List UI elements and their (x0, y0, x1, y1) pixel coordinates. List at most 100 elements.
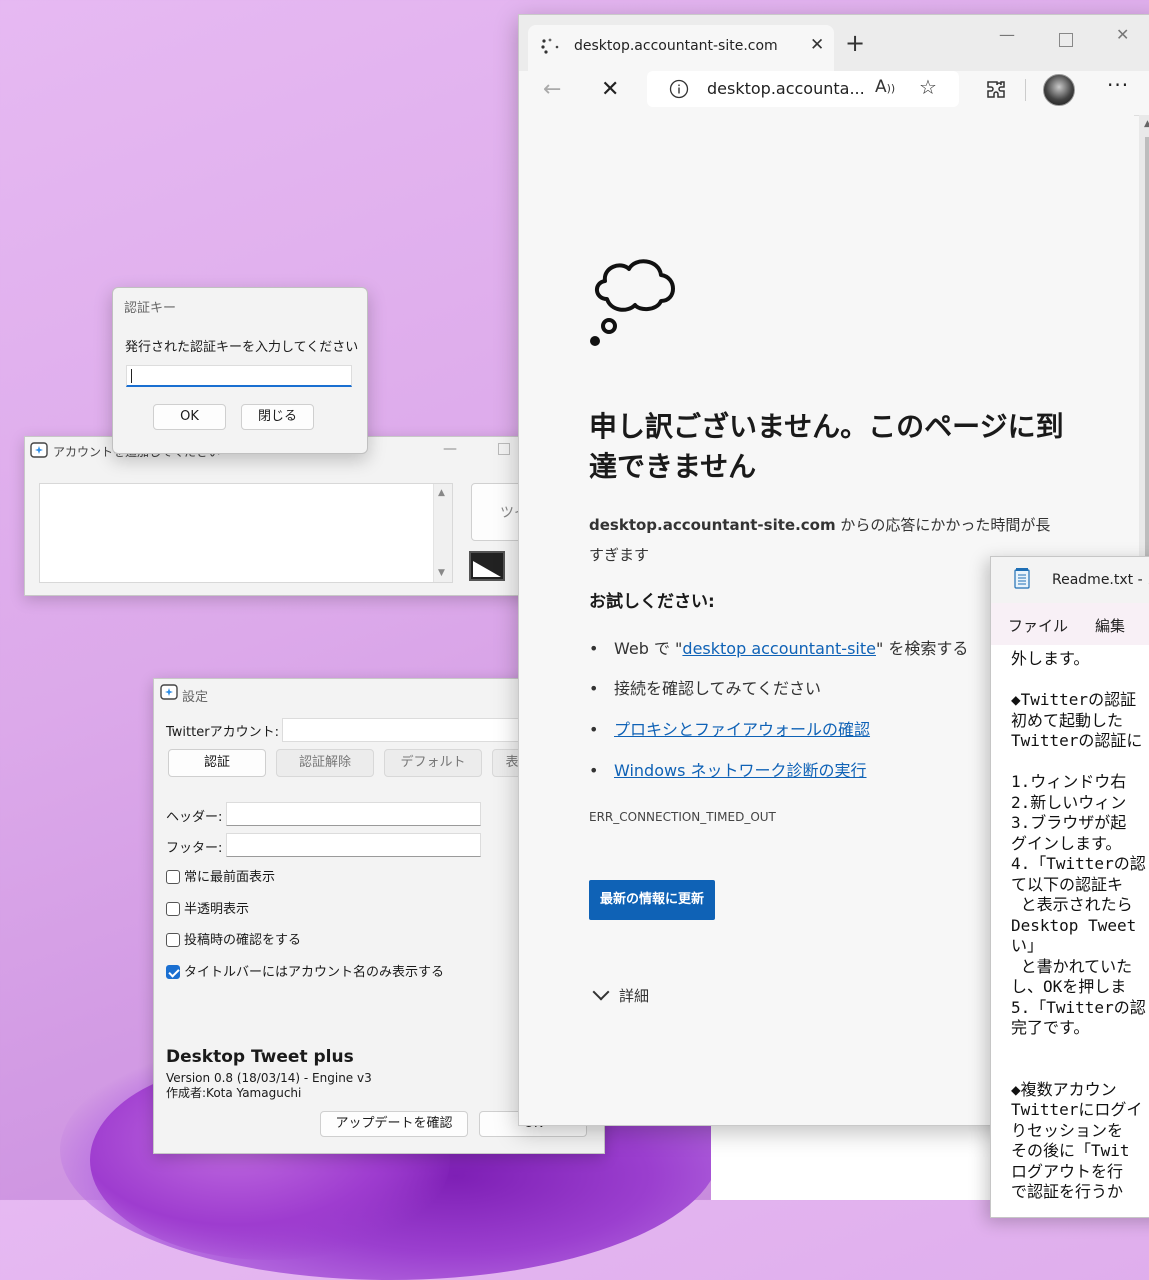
scroll-up-icon[interactable]: ▲ (1144, 119, 1149, 129)
auth-key-dialog: 認証キー 発行された認証キーを入力してください OK 閉じる (112, 287, 368, 454)
footer-label: フッター: (166, 841, 223, 856)
search-link[interactable]: desktop accountant-site (682, 639, 876, 658)
notepad-line: グインします。 (1011, 833, 1122, 853)
checkbox-confirm-post[interactable]: 投稿時の確認をする (166, 932, 301, 950)
checkbox-box-checked[interactable] (166, 965, 180, 979)
ok-button[interactable]: OK (153, 404, 226, 430)
details-toggle[interactable]: 詳細 (592, 983, 649, 1006)
notepad-line: 外します。 (1011, 649, 1090, 668)
error-description: desktop.accountant-site.com からの応答にかかった時間… (589, 510, 1059, 570)
scroll-down-icon[interactable]: ▼ (438, 568, 445, 578)
notepad-line: 完了です。 (1011, 1018, 1090, 1037)
twitter-account-label: Twitterアカウント: (166, 725, 279, 740)
account-list[interactable]: ▲ ▼ (39, 483, 453, 583)
checkbox-box[interactable] (166, 902, 180, 916)
chevron-down-icon (592, 983, 610, 1001)
back-icon[interactable]: ← (543, 77, 561, 102)
account-list-scrollbar[interactable]: ▲ ▼ (433, 484, 452, 582)
scroll-up-icon[interactable]: ▲ (438, 488, 445, 498)
info-icon[interactable] (669, 79, 689, 99)
minimize-icon[interactable]: — (443, 441, 457, 457)
suggestion-search: • Web で "desktop accountant-site" を検索する (589, 639, 969, 658)
minimize-icon[interactable]: — (999, 25, 1015, 44)
image-icon[interactable] (469, 551, 505, 581)
settings-title: 設定 (182, 690, 209, 705)
toolbar-divider (1025, 79, 1026, 101)
version-text: Version 0.8 (18/03/14) - Engine v3 (166, 1071, 372, 1085)
app-name: Desktop Tweet plus (166, 1047, 354, 1067)
check-update-button[interactable]: アップデートを確認 (320, 1111, 468, 1137)
notepad-line: て以下の認証キ (1011, 874, 1124, 894)
background-window-fragment (711, 1120, 1001, 1200)
auth-key-input[interactable] (126, 365, 352, 387)
close-window-icon[interactable]: ✕ (1116, 25, 1129, 44)
try-heading: お試しください: (589, 592, 715, 612)
thought-cloud-icon (590, 259, 675, 346)
extensions-icon[interactable] (985, 79, 1007, 101)
notepad-line: ◆Twitterの認証 (1011, 690, 1137, 709)
read-aloud-icon[interactable]: A)) (875, 77, 895, 97)
notepad-line (1011, 752, 1146, 773)
url-text: desktop.accounta... (707, 79, 865, 98)
more-options-icon[interactable]: ··· (1107, 73, 1129, 97)
app-version-info: Version 0.8 (18/03/14) - Engine v3 作成者:K… (166, 1071, 372, 1101)
add-favorite-icon[interactable]: ☆ (919, 75, 937, 99)
checkbox-titlebar-account-only[interactable]: タイトルバーにはアカウント名のみ表示する (166, 964, 444, 982)
proxy-firewall-link[interactable]: プロキシとファイアウォールの確認 (614, 720, 870, 739)
loading-spinner-icon (541, 38, 559, 54)
tab-deauth[interactable]: 認証解除 (276, 749, 374, 777)
tab-bar: desktop.accountant-site.com ✕ + — ✕ (519, 15, 1149, 71)
checkbox-label: 投稿時の確認をする (184, 933, 302, 948)
notepad-line: と表示されたら (1011, 895, 1133, 914)
profile-avatar[interactable] (1043, 74, 1075, 106)
error-host: desktop.accountant-site.com (589, 516, 836, 534)
notepad-line: で認証を行うか (1011, 1182, 1124, 1201)
notepad-titlebar: Readme.txt - メ (991, 557, 1149, 603)
app-bird-icon (160, 684, 178, 700)
notepad-window: Readme.txt - メ ファイル 編集 外します。 ◆Twitterの認証… (990, 556, 1149, 1218)
notepad-title: Readme.txt - メ (1052, 572, 1149, 588)
menu-edit[interactable]: 編集 (1095, 615, 1125, 636)
notepad-line: Twitterの認証に (1011, 731, 1143, 750)
notepad-text-area[interactable]: 外します。 ◆Twitterの認証 初めて起動した Twitterの認証に 1.ウィ… (1011, 649, 1146, 1203)
notepad-line: ◆複数アカウン (1011, 1079, 1117, 1099)
tab-title: desktop.accountant-site.com (574, 38, 778, 54)
notepad-line: 4.「Twitterの認 (1011, 854, 1146, 873)
browser-toolbar: ← ✕ desktop.accounta... A)) ☆ ··· (519, 71, 1149, 116)
account-window: アカウントを追加してください — ▲ ▼ ツイ (24, 436, 546, 596)
tab-auth[interactable]: 認証 (168, 749, 266, 777)
notepad-line: 2.新しいウィン (1011, 792, 1127, 812)
close-tab-icon[interactable]: ✕ (810, 35, 824, 55)
notepad-line (1011, 1039, 1146, 1060)
network-diagnostics-link[interactable]: Windows ネットワーク診断の実行 (614, 761, 867, 780)
close-button[interactable]: 閉じる (241, 404, 314, 430)
checkbox-translucent[interactable]: 半透明表示 (166, 901, 249, 919)
maximize-icon[interactable] (1059, 33, 1073, 47)
notepad-line: 1.ウィンドウ右 (1011, 772, 1127, 791)
menu-file[interactable]: ファイル (1008, 615, 1068, 636)
header-label: ヘッダー: (166, 810, 223, 825)
app-bird-icon (30, 442, 48, 458)
notepad-line: その後に「Twit (1011, 1141, 1130, 1160)
new-tab-icon[interactable]: + (845, 29, 865, 57)
checkbox-always-on-top[interactable]: 常に最前面表示 (166, 869, 275, 887)
tab-default[interactable]: デフォルト (384, 749, 482, 777)
reload-button[interactable]: 最新の情報に更新 (589, 880, 715, 920)
twitter-account-field[interactable] (282, 718, 522, 742)
checkbox-label: 半透明表示 (184, 902, 250, 917)
browser-tab[interactable]: desktop.accountant-site.com ✕ (528, 25, 834, 71)
suggestion-check-connection: • 接続を確認してみてください (589, 679, 822, 698)
footer-input[interactable] (226, 833, 481, 857)
suggestion-proxy: • プロキシとファイアウォールの確認 (589, 720, 871, 739)
author-text: 作成者:Kota Yamaguchi (166, 1086, 302, 1100)
notepad-line (1011, 1059, 1146, 1080)
maximize-icon[interactable] (498, 443, 510, 455)
header-input[interactable] (226, 802, 481, 826)
checkbox-box[interactable] (166, 870, 180, 884)
notepad-line: Twitterにログイ (1011, 1100, 1143, 1119)
address-bar[interactable]: desktop.accounta... A)) ☆ (647, 71, 959, 107)
notepad-line (1011, 670, 1146, 691)
stop-loading-icon[interactable]: ✕ (601, 77, 619, 102)
text-caret (131, 369, 132, 383)
checkbox-box[interactable] (166, 933, 180, 947)
